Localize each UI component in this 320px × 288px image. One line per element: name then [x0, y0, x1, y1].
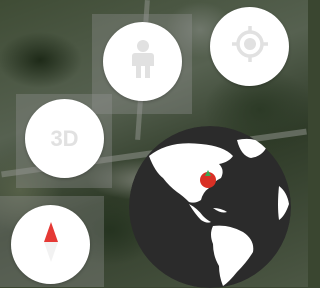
compass-button[interactable]: [11, 205, 90, 284]
pegman-icon: [129, 39, 157, 84]
street-view-button[interactable]: [103, 22, 182, 101]
compass-needle-icon: [41, 220, 61, 269]
tilt-3d-button[interactable]: 3D: [25, 99, 104, 178]
crosshair-location-icon: [230, 24, 270, 69]
3d-label: 3D: [50, 125, 79, 151]
globe-button[interactable]: [129, 126, 291, 288]
my-location-button[interactable]: [210, 7, 289, 86]
